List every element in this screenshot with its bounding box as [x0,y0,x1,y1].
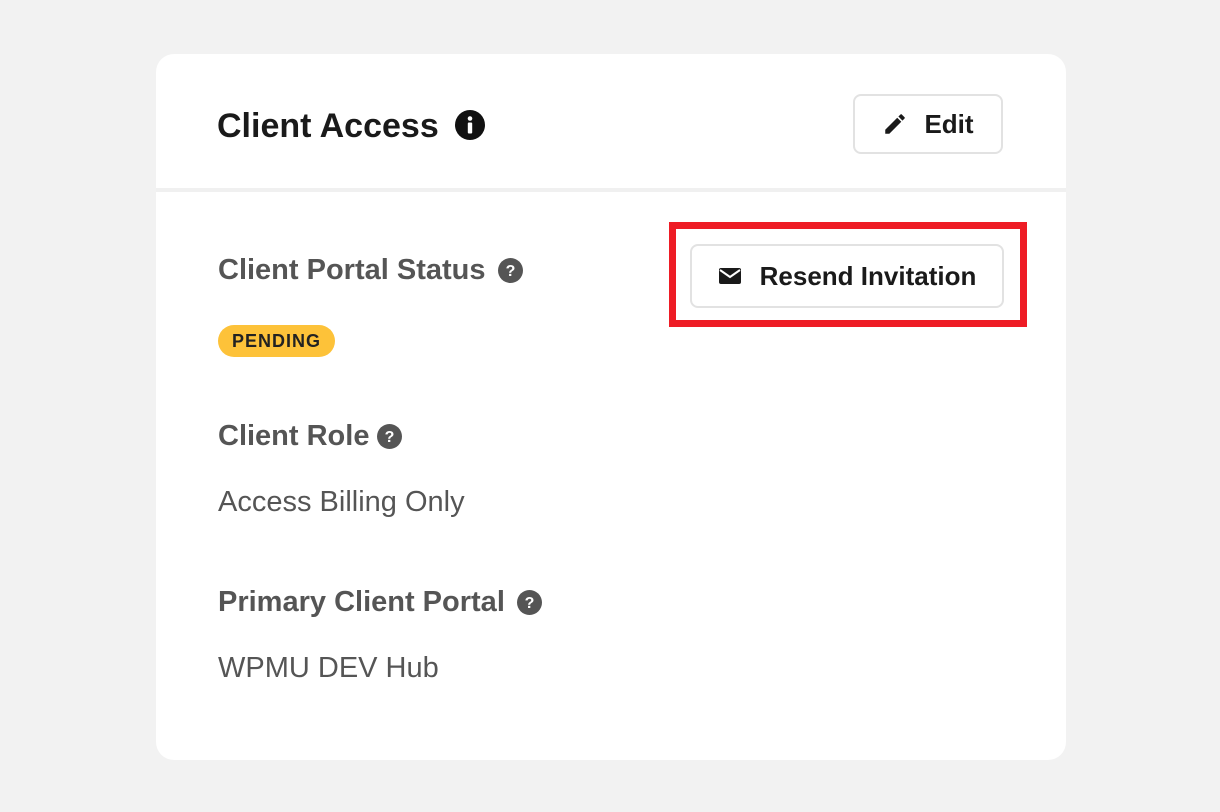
client-role-value: Access Billing Only [218,486,465,518]
resend-invitation-button[interactable]: Resend Invitation [690,244,1004,308]
svg-text:?: ? [525,595,535,612]
primary-portal-value: WPMU DEV Hub [218,652,439,684]
svg-text:?: ? [506,263,516,280]
pencil-icon [885,114,906,134]
client-role-help-icon[interactable]: ? [377,424,402,449]
resend-invitation-label: Resend Invitation [759,260,977,291]
edit-button[interactable]: Edit [853,94,1003,154]
primary-portal-label: Primary Client Portal [218,586,505,618]
card-title: Client Access [217,107,439,145]
edit-button-label: Edit [924,108,974,139]
portal-status-help-icon[interactable]: ? [498,258,523,283]
portal-status-label: Client Portal Status [218,254,486,286]
primary-portal-help-icon[interactable]: ? [517,590,542,615]
svg-text:?: ? [385,429,395,446]
status-badge: PENDING [218,325,336,357]
client-access-card: Client Access Edit Client Portal Status … [156,54,1066,760]
info-icon[interactable] [455,110,485,140]
mail-icon [718,268,741,284]
card-header: Client Access Edit [156,54,1066,192]
client-role-label: Client Role [218,420,370,452]
